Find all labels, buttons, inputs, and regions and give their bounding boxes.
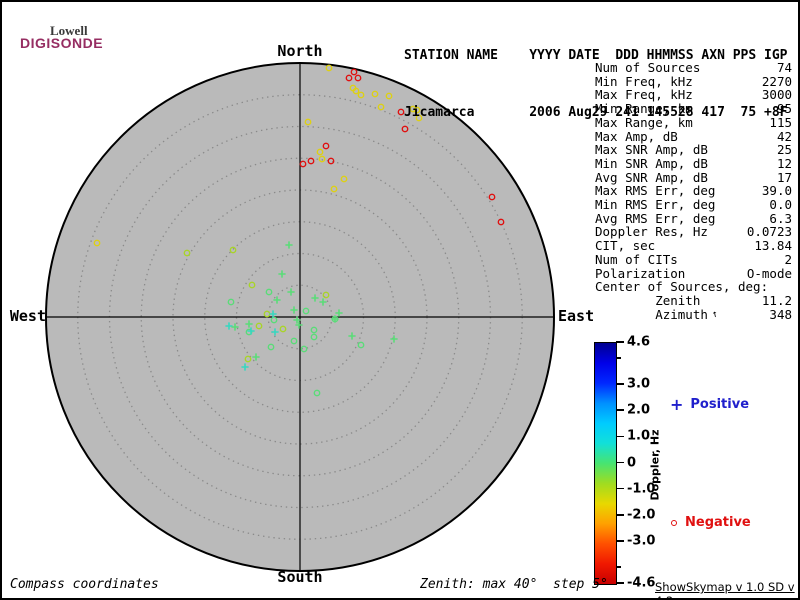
stat-label: Min Freq, kHz [595, 73, 693, 89]
stat-label: Max Amp, dB [595, 128, 678, 144]
coordinates-mode-label: Compass coordinates [10, 577, 159, 592]
colorbar-major-tick [616, 341, 624, 343]
zenith-scale-label: Zenith: max 40° step 5° [420, 577, 608, 592]
stat-label: Min Range, km [595, 101, 693, 117]
colorbar-minor-tick [616, 356, 621, 359]
stat-row: Max Freq, kHz 3000 [595, 88, 792, 102]
stat-row: Max SNR Amp, dB 25 [595, 143, 792, 157]
colorbar-title: Doppler, Hz [648, 429, 662, 501]
stat-row: Min RMS Err, deg 0.0 [595, 198, 792, 212]
stat-value: 2 [784, 251, 792, 267]
azimuth-direction-icon: ↑ [710, 308, 719, 321]
stat-value: 0.0 [769, 197, 792, 213]
colorbar-tick-label: 2.0 [627, 402, 651, 418]
stat-row: Azimuth ↑ 348 [595, 306, 792, 322]
stat-value: 74 [776, 60, 792, 75]
stat-value: 95 [776, 101, 792, 117]
west-label: West [9, 307, 46, 325]
legend-negative-label: Negative [685, 515, 751, 530]
stat-label: Num of Sources [595, 60, 701, 75]
doppler-colorbar [594, 342, 617, 585]
stat-row: CIT, sec 13.84 [595, 239, 792, 253]
stat-value: 3000 [761, 87, 792, 103]
colorbar-major-tick [616, 383, 624, 385]
stat-row: Avg SNR Amp, dB 17 [595, 169, 792, 185]
stat-value: 0.0723 [746, 224, 792, 240]
colorbar-tick-label: 4.6 [627, 334, 651, 350]
stat-label: Doppler Res, Hz [595, 224, 708, 240]
stat-row: Max Amp, dB 42 [595, 128, 792, 144]
east-label: East [558, 307, 595, 325]
stat-label: Avg SNR Amp, dB [595, 169, 708, 185]
legend-positive: + Positive [670, 394, 750, 414]
stat-value: 17 [776, 169, 792, 185]
stat-value: 39.0 [761, 183, 792, 199]
stat-label: Azimuth [595, 306, 708, 322]
stat-row: Min Freq, kHz 2270 [595, 73, 792, 89]
colorbar-major-tick [616, 540, 624, 542]
stat-label: Max Range, km [595, 114, 693, 130]
legend-positive-label: Positive [690, 397, 750, 412]
stat-label: Max SNR Amp, dB [595, 142, 708, 158]
stat-row: Avg RMS Err, deg 6.3 [595, 212, 792, 226]
colorbar-major-tick [616, 409, 624, 411]
colorbar-major-tick [616, 514, 624, 516]
lowell-digisonde-logo: Lowell DIGISONDE [12, 10, 122, 54]
colorbar-tick-label: 0 [627, 455, 637, 470]
stat-value: 12 [776, 155, 792, 171]
stat-value: 42 [776, 128, 792, 144]
stats-panel: Num of Sources 74 Min Freq, kHz 2270 Max Fre… [595, 61, 792, 321]
stat-row: Min Range, km 95 [595, 102, 792, 116]
stat-row: Zenith 11.2 [595, 294, 792, 308]
colorbar-tick-label: -4.6 [627, 575, 656, 591]
stat-row: Num of Sources 74 [595, 61, 792, 75]
colorbar-major-tick [616, 487, 624, 490]
colorbar-minor-tick [616, 566, 621, 569]
stat-label: Max Freq, kHz [595, 87, 693, 103]
colorbar-major-tick [616, 582, 624, 584]
colorbar-tick-label: -3.0 [627, 533, 656, 549]
stat-value: 6.3 [769, 210, 792, 226]
stat-value: 11.2 [761, 292, 792, 308]
stat-row: Min SNR Amp, dB 12 [595, 157, 792, 171]
stat-value: 348 [769, 306, 792, 322]
stat-row: Center of Sources, deg: [595, 280, 792, 294]
stat-value: 115 [769, 114, 792, 130]
stat-label: Polarization [595, 265, 686, 281]
skymap-window: Lowell DIGISONDE STATION NAME YYYY DATE … [0, 0, 800, 600]
south-label: South [277, 568, 323, 586]
stat-label: Min RMS Err, deg [595, 197, 716, 213]
stat-label: CIT, sec [595, 238, 656, 254]
stat-label: Center of Sources, deg: [595, 279, 769, 295]
stat-row: Max Range, km 115 [595, 116, 792, 130]
stat-row: Num of CITs 2 [595, 253, 792, 267]
colorbar-tick-label: 1.0 [627, 428, 651, 444]
circle-marker-icon [671, 519, 677, 526]
stat-value: 25 [776, 142, 792, 158]
stat-row: Polarization O-mode [595, 265, 792, 281]
version-label: ShowSkymap v 1.0 SD v 4.2 [655, 580, 795, 598]
colorbar-tick-label: -2.0 [627, 507, 656, 523]
stat-label: Num of CITs [595, 251, 678, 267]
logo-digisonde-text: DIGISONDE [20, 35, 104, 51]
stat-value: 13.84 [754, 238, 792, 254]
north-label: North [277, 42, 323, 60]
colorbar-tick-label: 3.0 [627, 376, 651, 392]
legend-negative: Negative [670, 515, 751, 530]
stat-value: 2270 [761, 73, 792, 89]
stat-row: Doppler Res, Hz 0.0723 [595, 225, 792, 239]
colorbar-major-tick [616, 435, 624, 438]
stat-label: Max RMS Err, deg [595, 183, 716, 199]
stat-row: Max RMS Err, deg 39.0 [595, 184, 792, 198]
stat-label: Zenith [595, 292, 701, 308]
stat-label: Min SNR Amp, dB [595, 155, 708, 171]
plus-marker-icon: + [670, 394, 684, 414]
stat-value: O-mode [746, 265, 792, 281]
stat-label: Avg RMS Err, deg [595, 210, 716, 226]
colorbar-major-tick [616, 461, 624, 464]
